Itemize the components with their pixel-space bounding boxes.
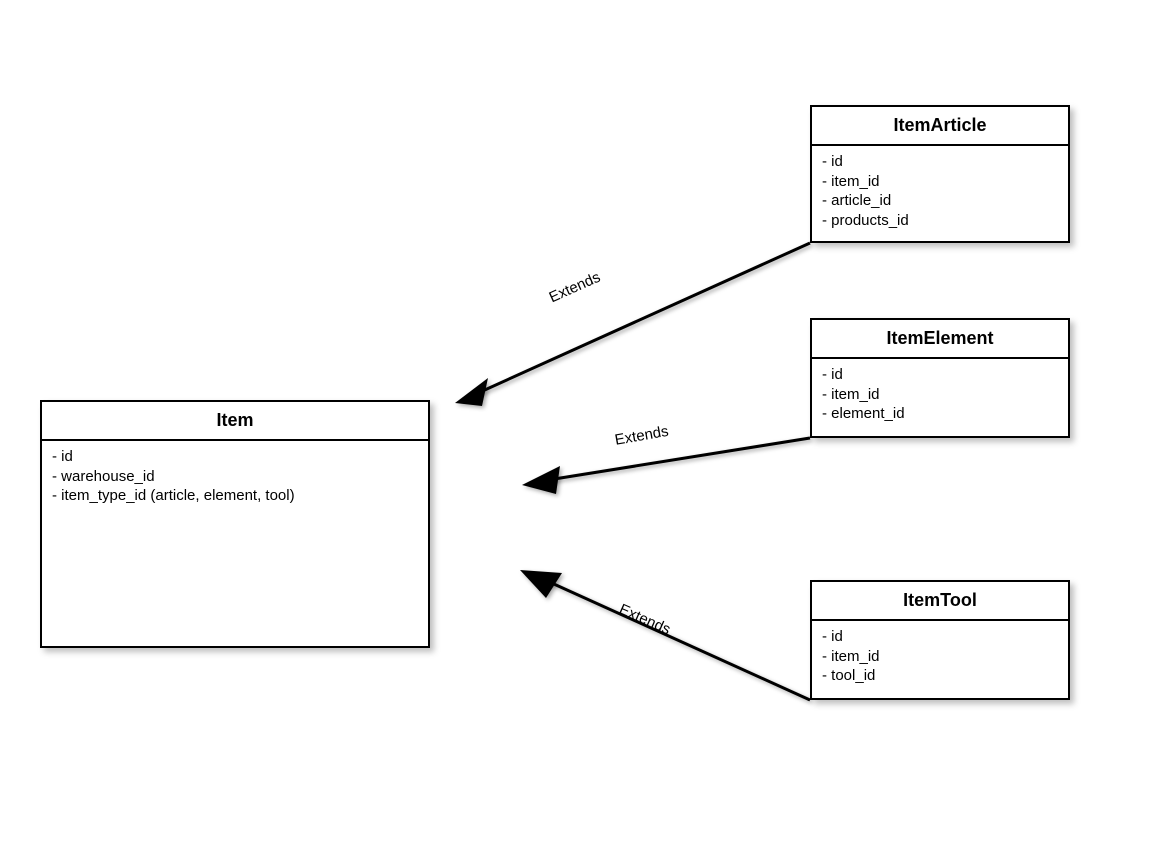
class-item-element-body: - id - item_id - element_id — [812, 359, 1068, 434]
class-item-tool-title: ItemTool — [812, 582, 1068, 621]
class-item-article-attr: - id — [822, 152, 1058, 172]
class-item-article-attr: - article_id — [822, 191, 1058, 211]
edge-item-article — [455, 243, 810, 406]
class-item-element-attr: - item_id — [822, 385, 1058, 405]
class-item-title: Item — [42, 402, 428, 441]
class-item-attr: - warehouse_id — [52, 467, 418, 487]
class-item-tool-attr: - tool_id — [822, 666, 1058, 686]
class-item-element-attr: - id — [822, 365, 1058, 385]
edge-label-item-article: Extends — [547, 269, 603, 307]
class-item-article-title: ItemArticle — [812, 107, 1068, 146]
edge-item-element — [522, 438, 810, 494]
class-item-element-attr: - element_id — [822, 404, 1058, 424]
class-item-tool-attr: - item_id — [822, 647, 1058, 667]
class-item-body: - id - warehouse_id - item_type_id (arti… — [42, 441, 428, 516]
class-item-tool-attr: - id — [822, 627, 1058, 647]
class-item-article-attr: - products_id — [822, 211, 1058, 231]
class-item-element-title: ItemElement — [812, 320, 1068, 359]
class-item-attr: - item_type_id (article, element, tool) — [52, 486, 418, 506]
class-item-article: ItemArticle - id - item_id - article_id … — [810, 105, 1070, 243]
class-item-attr: - id — [52, 447, 418, 467]
class-item-article-body: - id - item_id - article_id - products_i… — [812, 146, 1068, 240]
edge-label-item-element: Extends — [614, 423, 670, 449]
edge-label-item-tool: Extends — [617, 601, 673, 639]
class-item-element: ItemElement - id - item_id - element_id — [810, 318, 1070, 438]
class-item-tool: ItemTool - id - item_id - tool_id — [810, 580, 1070, 700]
class-item-article-attr: - item_id — [822, 172, 1058, 192]
class-item-tool-body: - id - item_id - tool_id — [812, 621, 1068, 696]
class-item: Item - id - warehouse_id - item_type_id … — [40, 400, 430, 648]
